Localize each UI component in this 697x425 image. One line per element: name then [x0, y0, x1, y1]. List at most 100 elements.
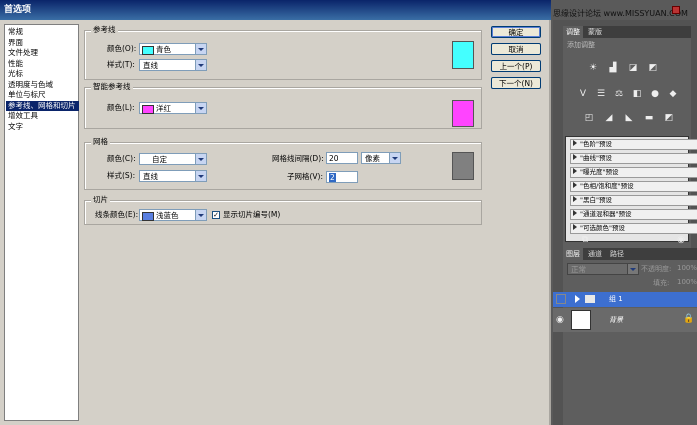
threshold-icon[interactable]: ◣: [623, 112, 635, 124]
smart-guides-title: 智能参考线: [91, 82, 133, 91]
exposure-icon[interactable]: ◩: [647, 62, 659, 74]
gridline-interval-label: 网格线间隔(D):: [272, 154, 324, 163]
window-controls: [672, 6, 692, 16]
grid-style-select[interactable]: 直线: [139, 170, 207, 182]
preset-selective-color[interactable]: "可选颜色"预设: [570, 223, 697, 234]
smart-guides-color-preview[interactable]: [452, 100, 474, 127]
invert-icon[interactable]: ◰: [583, 112, 595, 124]
preset-label: "曝光度"预设: [580, 168, 619, 176]
layer-name[interactable]: 组 1: [609, 294, 623, 304]
grid-color-value: 自定: [152, 155, 167, 164]
grid-title: 网格: [91, 137, 110, 146]
ok-button[interactable]: 确定: [491, 26, 541, 38]
guides-style-select[interactable]: 直线: [139, 59, 207, 71]
smart-guides-color-select[interactable]: 洋红: [139, 102, 207, 114]
smart-guides-color-swatch: [142, 105, 154, 114]
expand-triangle-icon: [573, 154, 577, 160]
expand-triangle-icon: [573, 140, 577, 146]
tab-paths[interactable]: 路径: [607, 248, 627, 260]
tab-channels[interactable]: 通道: [585, 248, 605, 260]
eye-icon[interactable]: ◉: [556, 315, 564, 325]
brightness-icon[interactable]: ☀: [587, 62, 599, 74]
fill-value[interactable]: 100%: [677, 278, 697, 286]
grid-color-label: 颜色(C):: [107, 154, 136, 163]
preset-levels[interactable]: "色阶"预设: [570, 139, 697, 150]
preset-black-white[interactable]: "黑白"预设: [570, 195, 697, 206]
tab-masks[interactable]: 蒙版: [585, 26, 605, 38]
next-button[interactable]: 下一个(N): [491, 77, 541, 89]
cancel-button[interactable]: 取消: [491, 43, 541, 55]
preferences-dialog: 首选项 常规 界面 文件处理 性能 光标 透明度与色域 单位与标尺 参考线、网格…: [0, 0, 551, 425]
adjust-icons-row-1: ☀ ▟ ◪ ◩: [587, 62, 687, 76]
subdivisions-input[interactable]: 2: [326, 171, 358, 183]
posterize-icon[interactable]: ◢: [603, 112, 615, 124]
grid-style-label: 样式(S):: [107, 171, 136, 180]
guides-color-value: 青色: [156, 45, 171, 54]
slice-line-color-value: 浅蓝色: [156, 211, 179, 220]
category-file-handling[interactable]: 文件处理: [6, 48, 79, 59]
grid-unit-select[interactable]: 像素: [361, 152, 401, 164]
color-balance-icon[interactable]: ⚖: [613, 88, 625, 100]
layer-row-background[interactable]: ◉ 背景 🔒: [553, 308, 697, 332]
guides-color-preview[interactable]: [452, 41, 474, 69]
tab-adjustments[interactable]: 调整: [563, 26, 583, 38]
photo-filter-icon[interactable]: ●: [649, 88, 661, 100]
chevron-down-icon: [195, 154, 206, 164]
expand-triangle-icon[interactable]: [575, 295, 580, 303]
grid-unit-value: 像素: [365, 154, 380, 163]
category-units-rulers[interactable]: 单位与标尺: [6, 90, 79, 101]
grid-group: 网格 颜色(C): 自定 样式(S): 直线 网格线间隔(D): 20 像素 子…: [84, 137, 482, 190]
chevron-down-icon: [627, 264, 638, 274]
clip-layer-icon[interactable]: ⧉: [579, 234, 591, 246]
category-type[interactable]: 文字: [6, 122, 79, 133]
selective-color-icon[interactable]: ◩: [663, 112, 675, 124]
category-interface[interactable]: 界面: [6, 38, 79, 49]
slice-line-color-swatch: [142, 212, 154, 221]
preset-hue-saturation[interactable]: "色相/饱和度"预设: [570, 181, 697, 192]
adjustments-panel: 添加调整 ☀ ▟ ◪ ◩ V ☰ ⚖ ◧ ● ◆ ◰ ◢ ◣ ▬ ◩ "色阶"预…: [563, 38, 697, 248]
channel-mixer-icon[interactable]: ◆: [667, 88, 679, 100]
layer-name[interactable]: 背景: [609, 315, 623, 325]
preset-curves[interactable]: "曲线"预设: [570, 153, 697, 164]
preset-exposure[interactable]: "曝光度"预设: [570, 167, 697, 178]
chevron-down-icon: [389, 153, 400, 163]
opacity-value[interactable]: 100%: [677, 264, 697, 272]
visibility-toggle[interactable]: [556, 294, 566, 304]
category-transparency[interactable]: 透明度与色域: [6, 80, 79, 91]
layer-row-group[interactable]: 组 1: [553, 292, 697, 307]
slices-group: 切片 线条颜色(E): 浅蓝色 ✓ 显示切片编号(M): [84, 195, 482, 225]
smart-guides-group: 智能参考线 颜色(L): 洋红: [84, 82, 482, 129]
category-plugins[interactable]: 增效工具: [6, 111, 79, 122]
slice-line-color-select[interactable]: 浅蓝色: [139, 209, 207, 221]
gridline-interval-input[interactable]: 20: [326, 152, 358, 164]
preset-label: "黑白"预设: [580, 196, 612, 204]
subdivisions-label: 子网格(V):: [287, 172, 324, 181]
expand-triangle-icon: [573, 182, 577, 188]
tab-layers[interactable]: 图层: [563, 248, 583, 260]
black-white-icon[interactable]: ◧: [631, 88, 643, 100]
vibrance-icon[interactable]: V: [577, 88, 589, 100]
grid-style-value: 直线: [143, 172, 158, 181]
category-cursors[interactable]: 光标: [6, 69, 79, 80]
levels-icon[interactable]: ▟: [607, 62, 619, 74]
hue-saturation-icon[interactable]: ☰: [595, 88, 607, 100]
prev-button[interactable]: 上一个(P): [491, 60, 541, 72]
gradient-map-icon[interactable]: ▬: [643, 112, 655, 124]
grid-color-preview[interactable]: [452, 152, 474, 180]
blend-mode-value: 正常: [571, 265, 586, 274]
category-guides-grid-slices[interactable]: 参考线、网格和切片: [6, 100, 79, 111]
expand-triangle-icon: [573, 224, 577, 230]
guides-color-select[interactable]: 青色: [139, 43, 207, 55]
adjustments-subtitle: 添加调整: [567, 41, 595, 49]
category-general[interactable]: 常规: [6, 27, 79, 38]
category-performance[interactable]: 性能: [6, 59, 79, 70]
panel-options-icon[interactable]: ◉: [675, 234, 687, 246]
close-icon[interactable]: [672, 6, 680, 14]
layer-thumbnail: [571, 310, 591, 330]
fill-label: 填充:: [653, 279, 670, 287]
preset-channel-mixer[interactable]: "通道混和器"预设: [570, 209, 697, 220]
grid-color-select[interactable]: 自定: [139, 153, 207, 165]
curves-icon[interactable]: ◪: [627, 62, 639, 74]
show-slice-numbers-checkbox[interactable]: ✓: [212, 211, 220, 219]
blend-mode-select[interactable]: 正常: [567, 263, 639, 275]
